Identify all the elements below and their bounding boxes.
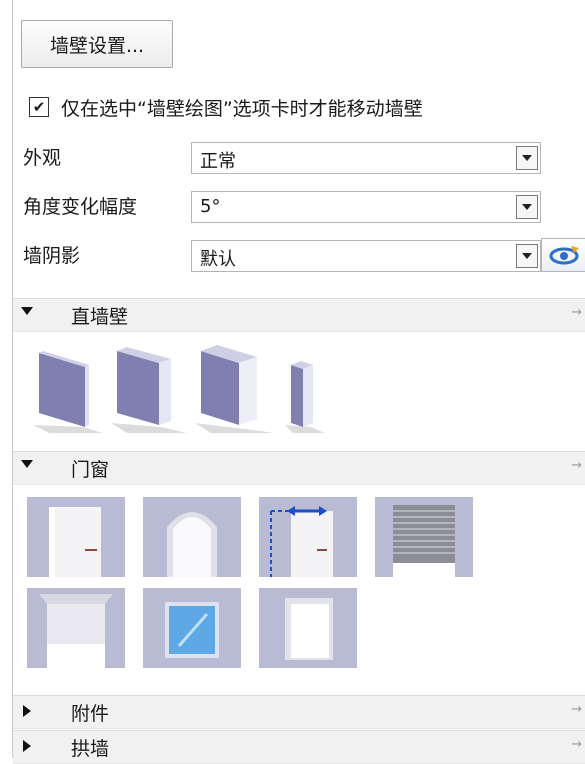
medium-wall-item[interactable] — [107, 343, 189, 433]
move-walls-option[interactable]: ✔ 仅在选中“墙壁绘图”选项卡时才能移动墙壁 — [29, 92, 423, 122]
checkmark-icon: ✔ — [32, 97, 46, 116]
wall-settings-button[interactable]: 墙壁设置... — [21, 20, 173, 68]
garage-door-item[interactable] — [27, 588, 125, 668]
chevron-down-icon — [522, 204, 532, 210]
arch-icon — [167, 512, 217, 577]
expand-toggle[interactable] — [21, 704, 31, 717]
pin-icon[interactable]: → — [571, 458, 582, 473]
door-item[interactable] — [27, 497, 125, 577]
pin-icon[interactable]: → — [571, 305, 582, 320]
section-accessories[interactable]: 附件 → — [13, 695, 585, 729]
appearance-value: 正常 — [200, 151, 236, 172]
move-walls-label: 仅在选中“墙壁绘图”选项卡时才能移动墙壁 — [61, 97, 423, 120]
section-arch-walls[interactable]: 拱墙 → — [13, 730, 585, 764]
angle-step-value: 5° — [200, 196, 221, 217]
window-icon — [165, 602, 219, 658]
garage-door-icon — [39, 594, 113, 668]
expand-toggle[interactable] — [21, 307, 33, 315]
wall-shadow-select[interactable]: 默认 — [191, 240, 541, 272]
window-item[interactable] — [143, 588, 241, 668]
expand-toggle[interactable] — [21, 739, 31, 752]
angle-step-dropdown-button[interactable] — [516, 195, 538, 219]
wall-shadow-value: 默认 — [200, 249, 236, 270]
section-title: 拱墙 — [71, 738, 110, 760]
pin-icon[interactable]: → — [571, 737, 582, 752]
triangle-right-icon — [23, 740, 31, 752]
sliding-door-item[interactable] — [259, 497, 357, 577]
triangle-right-icon — [23, 705, 31, 717]
pin-icon[interactable]: → — [571, 702, 582, 717]
triangle-down-icon — [21, 460, 33, 468]
sliding-door-icon — [270, 506, 333, 577]
thin-wall-item[interactable] — [27, 343, 107, 433]
column-wall-item[interactable] — [281, 343, 331, 433]
appearance-label: 外观 — [23, 147, 62, 169]
chevron-down-icon — [522, 253, 532, 259]
thick-wall-item[interactable] — [191, 343, 277, 433]
expand-toggle[interactable] — [21, 460, 33, 468]
angle-step-select[interactable]: 5° — [191, 191, 541, 223]
opening-icon — [285, 598, 333, 660]
eye-rotate-icon — [549, 246, 579, 265]
chevron-down-icon — [522, 155, 532, 161]
shutter-icon — [393, 505, 455, 577]
section-title: 门窗 — [71, 459, 110, 481]
move-walls-checkbox[interactable]: ✔ — [29, 97, 49, 117]
section-title: 直墙壁 — [71, 306, 129, 328]
appearance-select[interactable]: 正常 — [191, 142, 541, 174]
wall-settings-label: 墙壁设置... — [49, 34, 145, 57]
arch-opening-item[interactable] — [143, 497, 241, 577]
door-icon — [49, 507, 101, 577]
wall-tools-panel: 墙壁设置... ✔ 仅在选中“墙壁绘图”选项卡时才能移动墙壁 外观 正常 角度变… — [12, 0, 585, 764]
angle-step-label: 角度变化幅度 — [23, 196, 138, 218]
section-title: 附件 — [71, 703, 110, 725]
section-doors-windows[interactable]: 门窗 → — [13, 451, 585, 485]
rolling-shutter-item[interactable] — [375, 497, 473, 577]
wall-opening-item[interactable] — [259, 588, 357, 668]
triangle-down-icon — [21, 307, 33, 315]
shadow-preview-button[interactable] — [541, 238, 585, 272]
section-straight-walls[interactable]: 直墙壁 → — [13, 298, 585, 332]
wall-shadow-dropdown-button[interactable] — [516, 244, 538, 268]
appearance-dropdown-button[interactable] — [516, 146, 538, 170]
wall-shadow-label: 墙阴影 — [23, 245, 81, 267]
